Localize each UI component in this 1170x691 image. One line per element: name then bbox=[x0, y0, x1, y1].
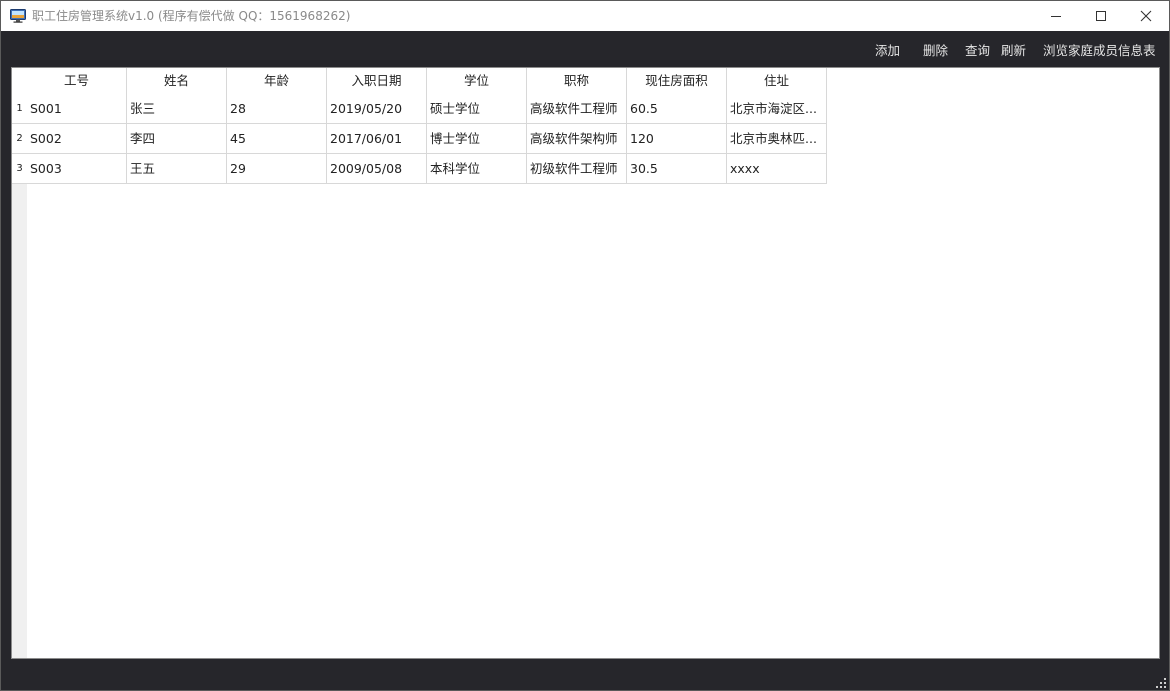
column-header-degree[interactable]: 学位 bbox=[427, 68, 527, 94]
row-number[interactable]: 3 bbox=[12, 154, 27, 184]
refresh-button[interactable]: 刷新 bbox=[1001, 43, 1026, 59]
resize-grip-icon[interactable] bbox=[1155, 677, 1167, 689]
column-header-name[interactable]: 姓名 bbox=[127, 68, 227, 94]
table-cell[interactable]: 2017/06/01 bbox=[327, 124, 427, 154]
table-cell[interactable]: 2009/05/08 bbox=[327, 154, 427, 184]
column-header-title[interactable]: 职称 bbox=[527, 68, 627, 94]
app-window: 职工住房管理系统v1.0 (程序有偿代做 QQ：1561968262) 添加 删… bbox=[0, 0, 1170, 691]
column-header-housing-area[interactable]: 现住房面积 bbox=[627, 68, 727, 94]
table-cell[interactable]: 2019/05/20 bbox=[327, 94, 427, 124]
table-cell[interactable]: 李四 bbox=[127, 124, 227, 154]
table-cell[interactable]: xxxx bbox=[727, 154, 827, 184]
table-cell[interactable]: 高级软件工程师 bbox=[527, 94, 627, 124]
column-header-address[interactable]: 住址 bbox=[727, 68, 827, 94]
table-cell[interactable]: 120 bbox=[627, 124, 727, 154]
table-cell[interactable]: 硕士学位 bbox=[427, 94, 527, 124]
table-cell[interactable]: 60.5 bbox=[627, 94, 727, 124]
minimize-button[interactable] bbox=[1033, 1, 1079, 31]
table-cell[interactable]: 初级软件工程师 bbox=[527, 154, 627, 184]
title-bar[interactable]: 职工住房管理系统v1.0 (程序有偿代做 QQ：1561968262) bbox=[1, 1, 1169, 31]
maximize-icon bbox=[1096, 11, 1106, 21]
table-corner[interactable] bbox=[12, 68, 27, 94]
maximize-button[interactable] bbox=[1078, 1, 1124, 31]
table-cell[interactable]: 王五 bbox=[127, 154, 227, 184]
row-number[interactable]: 2 bbox=[12, 124, 27, 154]
table-cell[interactable]: 北京市海淀区... bbox=[727, 94, 827, 124]
toolbar: 添加 删除 查询 刷新 浏览家庭成员信息表 bbox=[1, 31, 1169, 67]
table-cell[interactable]: S002 bbox=[27, 124, 127, 154]
window-title: 职工住房管理系统v1.0 (程序有偿代做 QQ：1561968262) bbox=[32, 9, 351, 23]
table-cell[interactable]: 29 bbox=[227, 154, 327, 184]
column-header-hire-date[interactable]: 入职日期 bbox=[327, 68, 427, 94]
monitor-icon bbox=[10, 9, 26, 23]
close-button[interactable] bbox=[1123, 1, 1169, 31]
add-button[interactable]: 添加 bbox=[875, 43, 900, 59]
row-number[interactable]: 1 bbox=[12, 94, 27, 124]
table-cell[interactable]: 高级软件架构师 bbox=[527, 124, 627, 154]
table-cell[interactable]: 张三 bbox=[127, 94, 227, 124]
table-cell[interactable]: S001 bbox=[27, 94, 127, 124]
table-cell[interactable]: 45 bbox=[227, 124, 327, 154]
table-cell[interactable]: 30.5 bbox=[627, 154, 727, 184]
column-header-age[interactable]: 年龄 bbox=[227, 68, 327, 94]
table-cell[interactable]: 北京市奥林匹... bbox=[727, 124, 827, 154]
minimize-icon bbox=[1051, 16, 1061, 17]
table-cell[interactable]: 本科学位 bbox=[427, 154, 527, 184]
browse-family-members-button[interactable]: 浏览家庭成员信息表 bbox=[1043, 43, 1156, 59]
employee-table[interactable]: 工号 姓名 年龄 入职日期 学位 职称 现住房面积 住址 1 S001 张三 2… bbox=[11, 67, 1160, 659]
delete-button[interactable]: 删除 bbox=[923, 43, 948, 59]
table-cell[interactable]: 28 bbox=[227, 94, 327, 124]
table-cell[interactable]: S003 bbox=[27, 154, 127, 184]
column-header-id[interactable]: 工号 bbox=[27, 68, 127, 94]
close-icon bbox=[1140, 10, 1152, 22]
query-button[interactable]: 查询 bbox=[965, 43, 990, 59]
table-cell[interactable]: 博士学位 bbox=[427, 124, 527, 154]
